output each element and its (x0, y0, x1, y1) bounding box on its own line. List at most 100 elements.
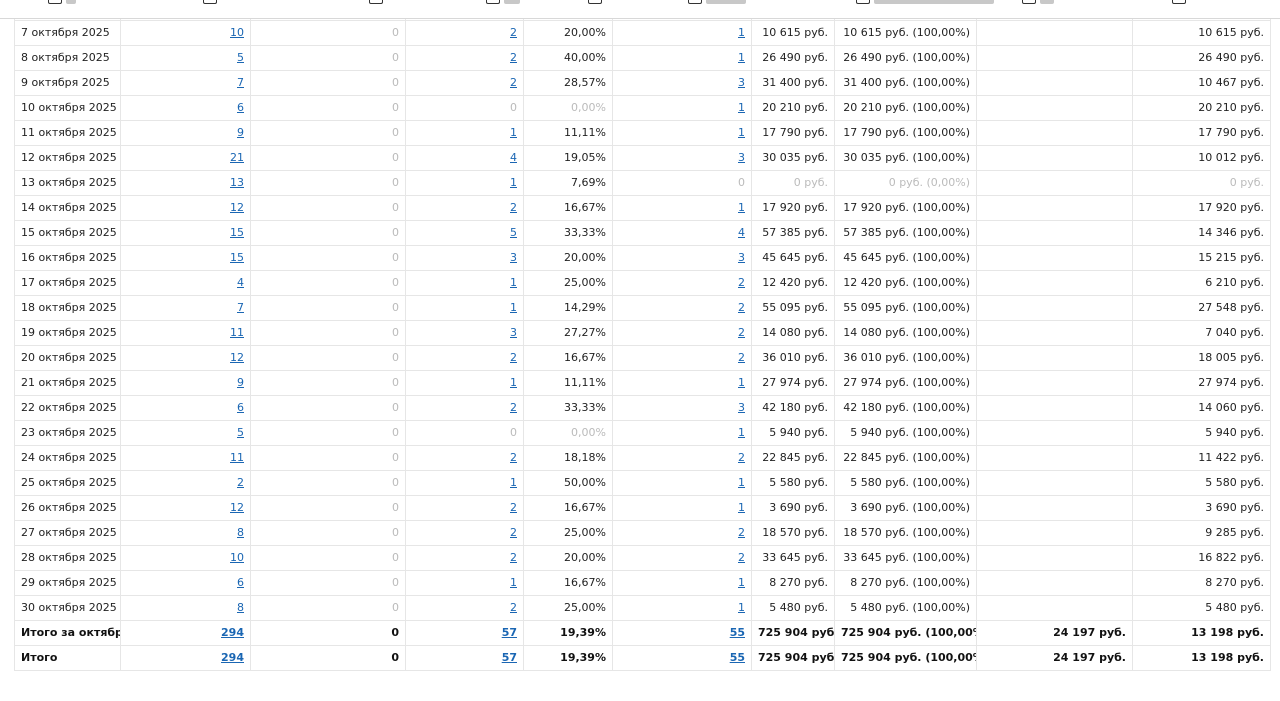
cell-link-c5[interactable]: 1 (738, 126, 745, 139)
cell-link-c3[interactable]: 2 (510, 501, 517, 514)
cell-link-c1[interactable]: 8 (237, 601, 244, 614)
cell-c8 (976, 320, 1133, 346)
cell-link-c1[interactable]: 15 (230, 226, 244, 239)
cell-link-c1[interactable]: 12 (230, 201, 244, 214)
cell-c2: 0 (250, 95, 406, 121)
cell-link-c1[interactable]: 2 (237, 476, 244, 489)
cell-link-c5[interactable]: 1 (738, 101, 745, 114)
table-row: 19 октября 2025 11 0 3 27,27% 2 14 080 руб. 14 … (14, 320, 1271, 346)
checkbox-icon[interactable] (856, 0, 870, 4)
cell-link-c1[interactable]: 11 (230, 326, 244, 339)
cell-link-c3[interactable]: 2 (510, 201, 517, 214)
cell-c5: 55 (612, 645, 752, 671)
cell-link-c3[interactable]: 1 (510, 376, 517, 389)
checkbox-icon[interactable] (588, 0, 602, 4)
checkbox-icon[interactable] (1022, 0, 1036, 4)
cell-link-c3[interactable]: 2 (510, 401, 517, 414)
cell-link-c1[interactable]: 12 (230, 351, 244, 364)
checkbox-icon[interactable] (369, 0, 383, 4)
cell-c5: 1 (612, 420, 752, 446)
cell-c5: 3 (612, 245, 752, 271)
cell-link-c5[interactable]: 55 (730, 626, 745, 639)
cell-link-c3[interactable]: 2 (510, 51, 517, 64)
cell-link-c3[interactable]: 3 (510, 326, 517, 339)
cell-link-c1[interactable]: 21 (230, 151, 244, 164)
cell-link-c5[interactable]: 1 (738, 26, 745, 39)
checkbox-icon[interactable] (1172, 0, 1186, 4)
cell-link-c1[interactable]: 6 (237, 401, 244, 414)
cell-link-c3[interactable]: 2 (510, 76, 517, 89)
cell-link-c5[interactable]: 2 (738, 551, 745, 564)
cell-link-c3[interactable]: 2 (510, 351, 517, 364)
cell-link-c3[interactable]: 1 (510, 176, 517, 189)
cell-link-c1[interactable]: 8 (237, 526, 244, 539)
cell-link-c5[interactable]: 2 (738, 451, 745, 464)
cell-link-c1[interactable]: 13 (230, 176, 244, 189)
cell-link-c3[interactable]: 1 (510, 301, 517, 314)
cell-link-c3[interactable]: 2 (510, 551, 517, 564)
cell-link-c1[interactable]: 15 (230, 251, 244, 264)
cell-link-c3[interactable]: 2 (510, 526, 517, 539)
cell-link-c3[interactable]: 1 (510, 576, 517, 589)
checkbox-icon[interactable] (486, 0, 500, 4)
cell-link-c5[interactable]: 1 (738, 426, 745, 439)
cell-c9: 26 490 руб. (1132, 45, 1271, 71)
cell-link-c1[interactable]: 294 (221, 651, 244, 664)
cell-link-c5[interactable]: 2 (738, 301, 745, 314)
cell-link-c5[interactable]: 2 (738, 351, 745, 364)
cell-c5: 1 (612, 370, 752, 396)
cell-link-c1[interactable]: 12 (230, 501, 244, 514)
cell-c6: 725 904 руб. (751, 645, 835, 671)
cell-link-c3[interactable]: 57 (502, 651, 517, 664)
cell-c4: 50,00% (523, 470, 613, 496)
cell-link-c5[interactable]: 1 (738, 476, 745, 489)
cell-link-c3[interactable]: 2 (510, 451, 517, 464)
cell-link-c1[interactable]: 9 (237, 126, 244, 139)
cell-link-c1[interactable]: 6 (237, 101, 244, 114)
table-row: 13 октября 2025 13 0 1 7,69% 0 0 руб. 0 руб. (0… (14, 170, 1271, 196)
cell-link-c5[interactable]: 55 (730, 651, 745, 664)
cell-link-c3[interactable]: 2 (510, 26, 517, 39)
cell-link-c5[interactable]: 1 (738, 51, 745, 64)
cell-c7: 42 180 руб. (100,00%) (834, 395, 977, 421)
cell-link-c5[interactable]: 3 (738, 151, 745, 164)
cell-link-c1[interactable]: 7 (237, 76, 244, 89)
cell-link-c5[interactable]: 1 (738, 601, 745, 614)
cell-link-c3[interactable]: 57 (502, 626, 517, 639)
cell-c2: 0 (250, 620, 406, 646)
cell-link-c3[interactable]: 5 (510, 226, 517, 239)
cell-link-c1[interactable]: 10 (230, 551, 244, 564)
checkbox-icon[interactable] (203, 0, 217, 4)
cell-link-c3[interactable]: 2 (510, 601, 517, 614)
cell-link-c3[interactable]: 3 (510, 251, 517, 264)
checkbox-icon[interactable] (48, 0, 62, 4)
cell-link-c5[interactable]: 3 (738, 401, 745, 414)
cell-link-c1[interactable]: 9 (237, 376, 244, 389)
cell-link-c5[interactable]: 3 (738, 251, 745, 264)
cell-link-c5[interactable]: 4 (738, 226, 745, 239)
cell-link-c5[interactable]: 1 (738, 376, 745, 389)
cell-link-c3[interactable]: 1 (510, 476, 517, 489)
cell-link-c5[interactable]: 1 (738, 576, 745, 589)
cell-link-c1[interactable]: 5 (237, 426, 244, 439)
cell-link-c5[interactable]: 1 (738, 501, 745, 514)
cell-link-c3[interactable]: 4 (510, 151, 517, 164)
cell-link-c5[interactable]: 1 (738, 201, 745, 214)
cell-link-c1[interactable]: 10 (230, 26, 244, 39)
cell-link-c5[interactable]: 2 (738, 276, 745, 289)
cell-link-c1[interactable]: 7 (237, 301, 244, 314)
cell-link-c3[interactable]: 1 (510, 126, 517, 139)
cell-link-c1[interactable]: 11 (230, 451, 244, 464)
cell-link-c1[interactable]: 294 (221, 626, 244, 639)
cell-link-c3[interactable]: 1 (510, 276, 517, 289)
cell-link-c1[interactable]: 6 (237, 576, 244, 589)
cell-link-c1[interactable]: 5 (237, 51, 244, 64)
cell-link-c1[interactable]: 4 (237, 276, 244, 289)
cell-c7: 3 690 руб. (100,00%) (834, 495, 977, 521)
cell-c6: 14 080 руб. (751, 320, 835, 346)
cell-link-c5[interactable]: 3 (738, 76, 745, 89)
cell-link-c5[interactable]: 2 (738, 526, 745, 539)
cell-link-c5[interactable]: 2 (738, 326, 745, 339)
checkbox-icon[interactable] (688, 0, 702, 4)
cell-c2: 0 (250, 195, 406, 221)
